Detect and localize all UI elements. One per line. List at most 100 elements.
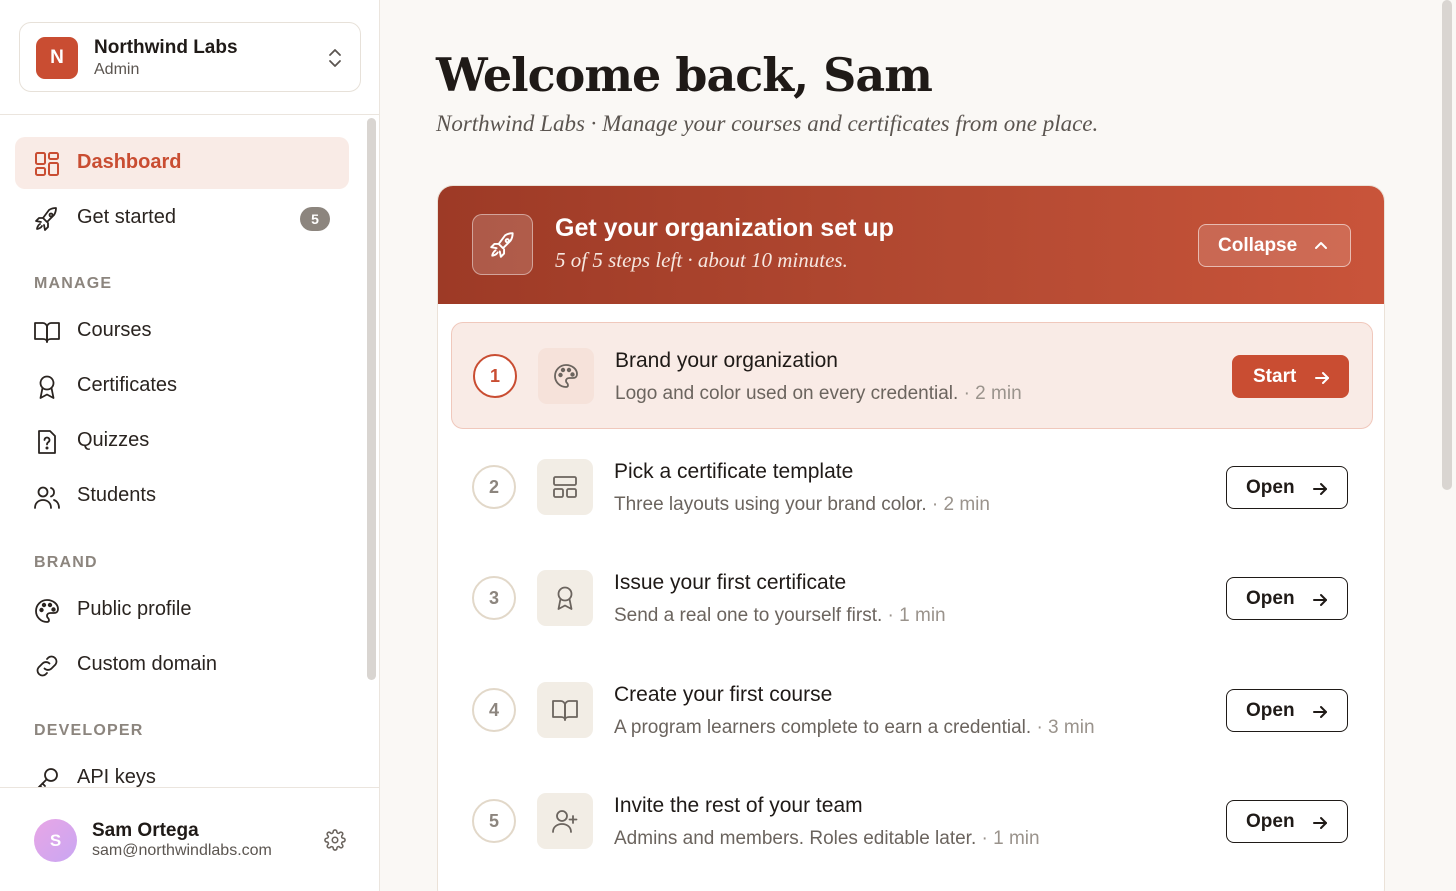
setup-step[interactable]: 4 Create your first course A program lea… bbox=[451, 657, 1373, 764]
palette-icon bbox=[538, 348, 594, 404]
avatar[interactable]: S bbox=[34, 819, 77, 862]
quiz-icon bbox=[38, 430, 56, 454]
main-content: Welcome back, Sam Northwind Labs · Manag… bbox=[381, 0, 1456, 891]
page-title: Welcome back, Sam bbox=[436, 48, 933, 102]
org-switcher[interactable]: N Northwind Labs Admin bbox=[19, 22, 361, 92]
section-label-brand: BRAND bbox=[34, 554, 98, 571]
step-duration: · 2 min bbox=[931, 494, 990, 515]
arrow-right-icon bbox=[1313, 817, 1327, 829]
nav-label-public-profile: Public profile bbox=[77, 598, 192, 620]
collapse-button[interactable]: Collapse bbox=[1198, 224, 1351, 267]
step-duration: · 1 min bbox=[887, 605, 946, 626]
step-number: 2 bbox=[472, 465, 516, 509]
chevron-updown-icon bbox=[329, 49, 341, 67]
nav-label-certificates: Certificates bbox=[77, 374, 178, 396]
step-duration: · 3 min bbox=[1036, 717, 1095, 738]
main-scrollbar[interactable] bbox=[1442, 0, 1452, 490]
setup-header: Get your organization set up 5 of 5 step… bbox=[438, 186, 1384, 304]
book-icon bbox=[34, 322, 60, 343]
start-button[interactable]: Start bbox=[1232, 355, 1349, 398]
step-description-text: Send a real one to yourself first. bbox=[614, 605, 883, 626]
user-footer: S Sam Ortega sam@northwindlabs.com bbox=[0, 787, 379, 891]
key-icon bbox=[36, 768, 58, 788]
get-started-badge: 5 bbox=[300, 207, 330, 231]
setup-step[interactable]: 3 Issue your first certificate Send a re… bbox=[451, 545, 1373, 652]
open-button[interactable]: Open bbox=[1226, 577, 1348, 620]
step-title: Brand your organization bbox=[615, 349, 838, 372]
sidebar-scrollbar[interactable] bbox=[367, 118, 376, 680]
nav-item-api-keys[interactable]: API keys bbox=[15, 752, 349, 788]
step-number: 4 bbox=[472, 688, 516, 732]
open-button[interactable]: Open bbox=[1226, 800, 1348, 843]
section-label-manage: MANAGE bbox=[34, 275, 113, 292]
step-description-text: A program learners complete to earn a cr… bbox=[614, 717, 1032, 738]
step-description: Send a real one to yourself first. · 1 m… bbox=[614, 605, 946, 627]
nav-item-get-started[interactable]: Get started 5 bbox=[15, 192, 349, 244]
nav-label-dashboard: Dashboard bbox=[77, 151, 182, 173]
open-button-label: Open bbox=[1246, 811, 1295, 832]
user-name: Sam Ortega bbox=[92, 820, 199, 841]
user-plus-icon bbox=[537, 793, 593, 849]
nav-item-quizzes[interactable]: Quizzes bbox=[15, 415, 349, 467]
org-name: Northwind Labs bbox=[94, 37, 238, 58]
step-description: Three layouts using your brand color. · … bbox=[614, 494, 990, 516]
step-description-text: Admins and members. Roles editable later… bbox=[614, 828, 977, 849]
section-label-developer: DEVELOPER bbox=[34, 722, 144, 739]
setup-card: Get your organization set up 5 of 5 step… bbox=[437, 185, 1385, 891]
step-number: 5 bbox=[472, 799, 516, 843]
book-icon bbox=[537, 682, 593, 738]
org-avatar: N bbox=[36, 37, 78, 79]
arrow-right-icon bbox=[1313, 706, 1327, 718]
users-icon bbox=[34, 486, 60, 509]
layout-icon bbox=[537, 459, 593, 515]
step-description: Admins and members. Roles editable later… bbox=[614, 828, 1040, 850]
chevron-up-icon bbox=[1315, 242, 1327, 249]
setup-step[interactable]: 5 Invite the rest of your team Admins an… bbox=[451, 768, 1373, 875]
step-title: Create your first course bbox=[614, 683, 833, 706]
step-duration: · 1 min bbox=[981, 828, 1040, 849]
gear-icon[interactable] bbox=[324, 829, 346, 851]
sidebar: N Northwind Labs Admin Dashboard Get sta… bbox=[0, 0, 380, 891]
open-button[interactable]: Open bbox=[1226, 466, 1348, 509]
start-button-label: Start bbox=[1253, 366, 1297, 387]
nav-item-public-profile[interactable]: Public profile bbox=[15, 584, 349, 636]
rocket-icon bbox=[35, 207, 57, 231]
setup-title: Get your organization set up bbox=[555, 214, 894, 242]
nav-item-courses[interactable]: Courses bbox=[15, 305, 349, 357]
step-description: A program learners complete to earn a cr… bbox=[614, 717, 1095, 739]
open-button-label: Open bbox=[1246, 588, 1295, 609]
award-icon bbox=[537, 570, 593, 626]
nav-item-certificates[interactable]: Certificates bbox=[15, 360, 349, 412]
open-button[interactable]: Open bbox=[1226, 689, 1348, 732]
step-title: Pick a certificate template bbox=[614, 460, 854, 483]
nav-item-custom-domain[interactable]: Custom domain bbox=[15, 639, 349, 691]
dashboard-icon bbox=[35, 152, 59, 176]
step-number: 3 bbox=[472, 576, 516, 620]
setup-step[interactable]: 2 Pick a certificate template Three layo… bbox=[451, 434, 1373, 541]
org-role: Admin bbox=[94, 61, 140, 78]
nav-label-students: Students bbox=[77, 484, 156, 506]
step-title: Invite the rest of your team bbox=[614, 794, 863, 817]
step-description-text: Logo and color used on every credential. bbox=[615, 383, 959, 404]
open-button-label: Open bbox=[1246, 477, 1295, 498]
nav-label-get-started: Get started bbox=[77, 206, 176, 228]
arrow-right-icon bbox=[1313, 483, 1327, 495]
nav-item-dashboard[interactable]: Dashboard bbox=[15, 137, 349, 189]
link-icon bbox=[36, 655, 58, 677]
page-subtitle: Northwind Labs · Manage your courses and… bbox=[436, 111, 1099, 136]
nav-item-students[interactable]: Students bbox=[15, 470, 349, 522]
step-title: Issue your first certificate bbox=[614, 571, 847, 594]
award-icon bbox=[39, 375, 55, 399]
setup-subtitle: 5 of 5 steps left · about 10 minutes. bbox=[555, 248, 848, 272]
open-button-label: Open bbox=[1246, 700, 1295, 721]
rocket-icon bbox=[472, 214, 533, 275]
arrow-right-icon bbox=[1315, 372, 1329, 384]
setup-step[interactable]: 1 Brand your organization Logo and color… bbox=[451, 322, 1373, 429]
nav-label-courses: Courses bbox=[77, 319, 152, 341]
nav-label-custom-domain: Custom domain bbox=[77, 653, 218, 675]
user-email: sam@northwindlabs.com bbox=[92, 842, 272, 859]
sidebar-nav: Dashboard Get started 5 MANAGE Courses C… bbox=[0, 115, 379, 788]
palette-icon bbox=[35, 599, 59, 623]
step-description: Logo and color used on every credential.… bbox=[615, 383, 1022, 405]
step-number: 1 bbox=[473, 354, 517, 398]
